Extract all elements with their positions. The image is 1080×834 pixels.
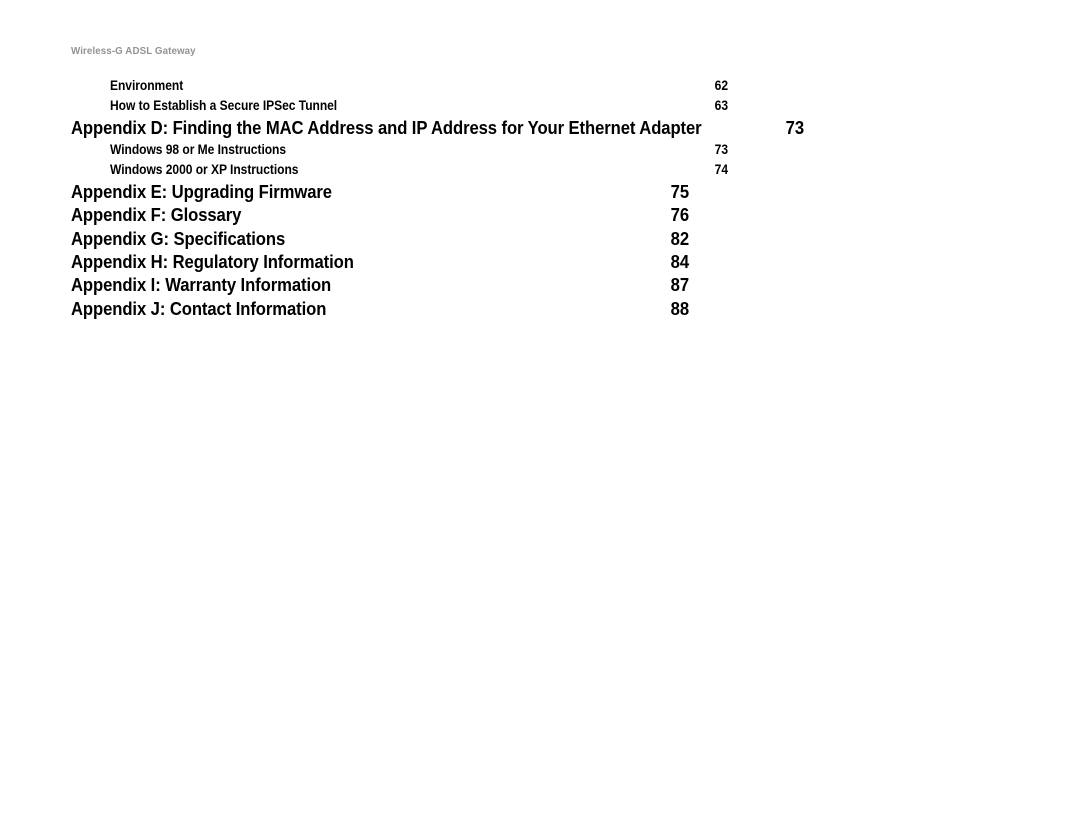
toc-entry-title: Windows 98 or Me Instructions [110, 141, 287, 157]
toc-entry-page-number: 82 [670, 227, 689, 249]
document-page: Wireless-G ADSL Gateway Environment 62 How… [0, 0, 1080, 834]
toc-entry[interactable]: Windows 98 or Me Instructions 73 [71, 140, 728, 160]
table-of-contents: Environment 62 How to Establish a Secure I… [71, 76, 804, 320]
toc-entry-title: Appendix F: Glossary [71, 204, 242, 226]
toc-entry-title: Appendix G: Specifications [71, 227, 286, 249]
toc-entry[interactable]: Appendix F: Glossary 76 [71, 203, 689, 226]
toc-entry-page-number: 75 [670, 181, 689, 203]
toc-entry-page-number: 88 [670, 297, 689, 319]
toc-entry-title: How to Establish a Secure IPSec Tunnel [110, 98, 338, 114]
toc-entry-title: Appendix E: Upgrading Firmware [71, 181, 332, 203]
toc-entry[interactable]: Appendix D: Finding the MAC Address and … [71, 116, 804, 139]
toc-entry-page-number: 63 [714, 98, 728, 114]
toc-entry-page-number: 73 [714, 141, 728, 157]
toc-entry-title: Appendix J: Contact Information [71, 297, 327, 319]
toc-entry[interactable]: Environment 62 [71, 76, 728, 96]
toc-entry[interactable]: Appendix I: Warranty Information 87 [71, 273, 689, 296]
running-header: Wireless-G ADSL Gateway [71, 45, 196, 57]
toc-entry[interactable]: How to Establish a Secure IPSec Tunnel 63 [71, 96, 728, 116]
toc-entry-page-number: 84 [670, 251, 689, 272]
toc-entry[interactable]: Appendix E: Upgrading Firmware 75 [71, 180, 689, 203]
toc-entry-title: Appendix D: Finding the MAC Address and … [71, 117, 702, 139]
toc-entry-page-number: 87 [670, 274, 689, 296]
toc-entry-title: Environment [110, 78, 184, 93]
toc-entry-title: Appendix H: Regulatory Information [71, 251, 354, 272]
toc-entry[interactable]: Appendix G: Specifications 82 [71, 227, 689, 250]
toc-entry[interactable]: Appendix J: Contact Information 88 [71, 297, 689, 320]
toc-entry-title: Appendix I: Warranty Information [71, 274, 332, 296]
toc-entry[interactable]: Windows 2000 or XP Instructions 74 [71, 160, 728, 180]
toc-entry[interactable]: Appendix H: Regulatory Information 84 [71, 250, 689, 273]
toc-entry-page-number: 62 [714, 78, 728, 93]
toc-entry-page-number: 73 [785, 117, 804, 139]
toc-entry-page-number: 74 [714, 161, 728, 177]
toc-entry-title: Windows 2000 or XP Instructions [110, 161, 299, 177]
toc-entry-page-number: 76 [670, 204, 689, 226]
